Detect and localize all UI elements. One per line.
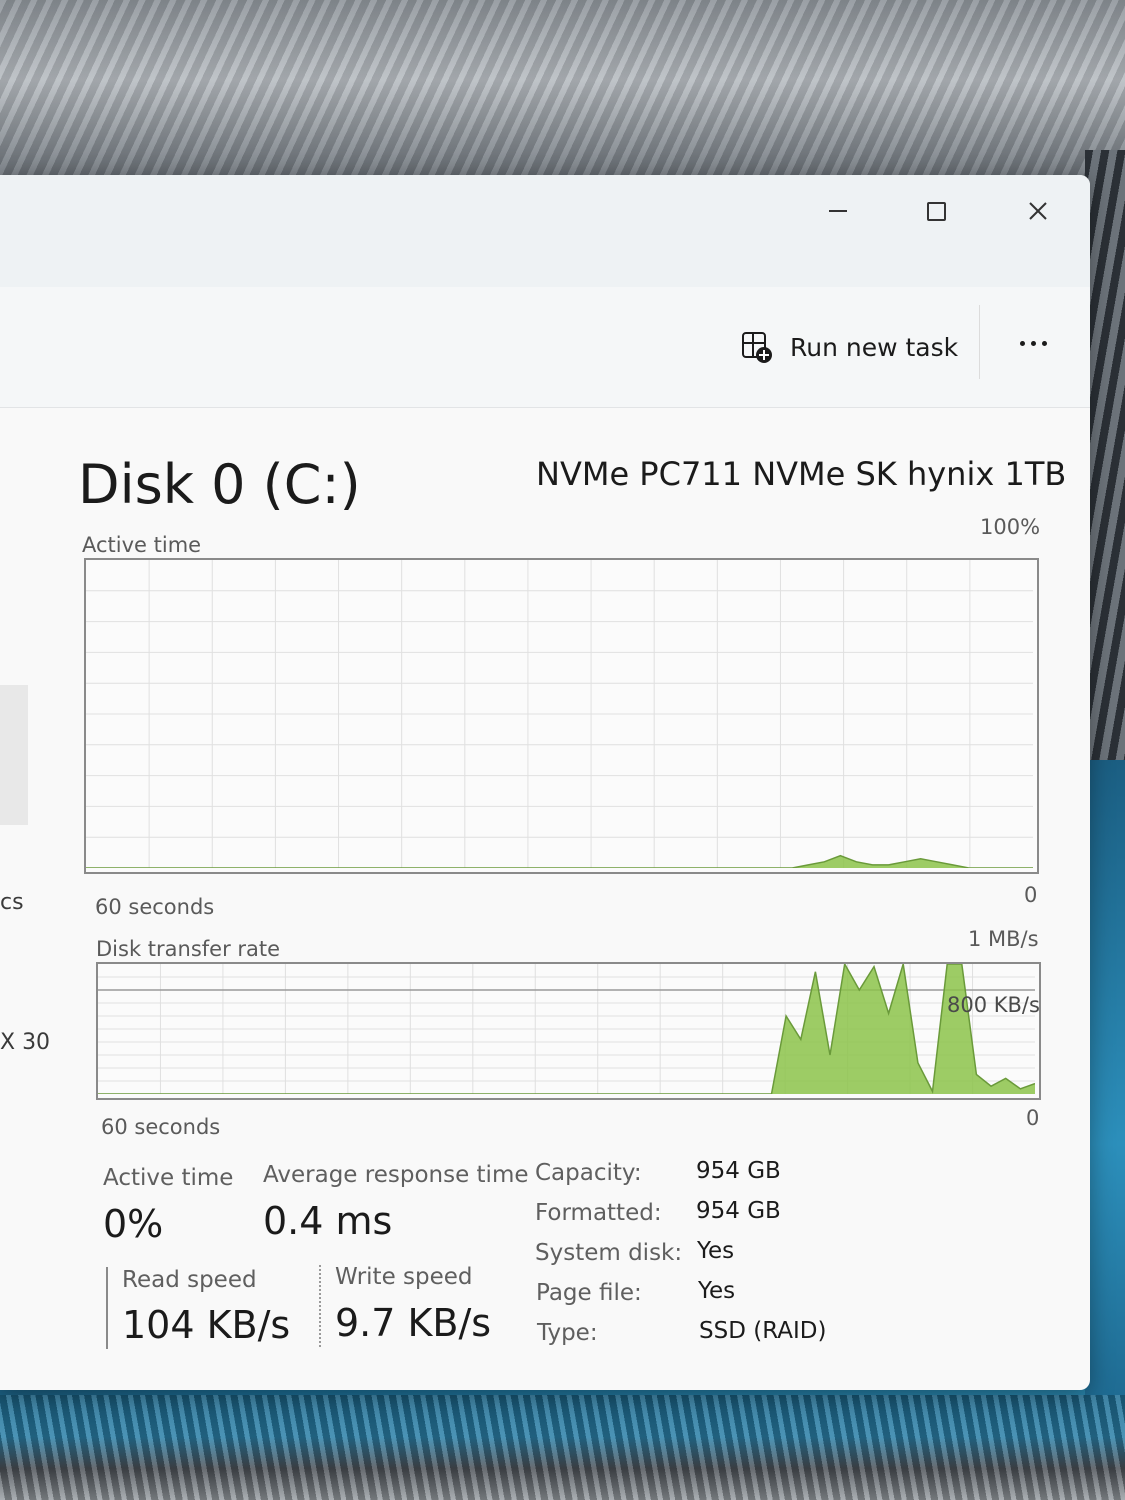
type-value: SSD (RAID) [699, 1318, 827, 1344]
minimize-icon [829, 210, 847, 212]
close-button[interactable] [1008, 183, 1068, 239]
formatted-value: 954 GB [696, 1198, 781, 1224]
active-time-graph-label: Active time [82, 533, 202, 557]
active-time-min-label: 0 [1024, 883, 1038, 907]
active-time-duration-label: 60 seconds [95, 895, 215, 919]
maximize-icon [926, 201, 946, 221]
page-file-value: Yes [698, 1278, 736, 1304]
run-new-task-button[interactable]: Run new task [740, 323, 958, 371]
transfer-rate-mid-label: 800 KB/s [947, 993, 1040, 1017]
run-new-task-label: Run new task [790, 332, 959, 362]
read-speed-divider [106, 1267, 108, 1349]
avg-response-label: Average response time [263, 1162, 529, 1188]
active-time-stat-label: Active time [103, 1165, 234, 1191]
sidebar-item-fragment[interactable]: X 30 [0, 1030, 50, 1055]
page-title: Disk 0 (C:) [78, 453, 361, 516]
wallpaper-water-right [1085, 760, 1125, 1400]
system-disk-value: Yes [697, 1238, 735, 1264]
sidebar-item-fragment[interactable]: cs [0, 890, 24, 915]
write-speed-value: 9.7 KB/s [335, 1301, 492, 1345]
active-time-series-area [86, 855, 1033, 868]
ellipsis-icon [1019, 340, 1047, 346]
active-time-max-label: 100% [980, 515, 1041, 539]
active-time-graph [84, 558, 1039, 874]
transfer-rate-graph-svg [98, 964, 1035, 1094]
transfer-rate-graph-label: Disk transfer rate [96, 937, 281, 961]
transfer-rate-min-label: 0 [1026, 1106, 1040, 1130]
wallpaper-rock-bottom [0, 1395, 1125, 1500]
avg-response-value: 0.4 ms [263, 1199, 393, 1243]
page-file-label: Page file: [536, 1280, 642, 1306]
transfer-rate-graph [96, 962, 1041, 1100]
system-disk-label: System disk: [535, 1240, 683, 1266]
read-speed-value: 104 KB/s [122, 1303, 291, 1347]
capacity-label: Capacity: [535, 1160, 642, 1186]
close-icon [1029, 202, 1047, 220]
transfer-rate-max-label: 1 MB/s [968, 927, 1039, 951]
more-options-button[interactable] [1008, 323, 1058, 363]
wallpaper-rock-top [0, 0, 1125, 200]
command-bar-separator [979, 305, 980, 379]
disk-model: NVMe PC711 NVMe SK hynix 1TB [536, 455, 1067, 493]
sidebar-selected-item[interactable] [0, 685, 28, 825]
transfer-rate-duration-label: 60 seconds [101, 1115, 221, 1139]
minimize-button[interactable] [808, 183, 868, 239]
capacity-value: 954 GB [696, 1158, 781, 1184]
task-manager-window: Run new task cs X 30 Disk 0 (C:) NVMe PC… [0, 175, 1090, 1390]
formatted-label: Formatted: [535, 1200, 662, 1226]
wallpaper-rock-right [1085, 150, 1125, 850]
active-time-graph-svg [86, 560, 1033, 868]
read-speed-label: Read speed [122, 1267, 257, 1293]
write-speed-divider [319, 1265, 321, 1347]
type-label: Type: [537, 1320, 598, 1346]
active-time-stat-value: 0% [103, 1202, 164, 1246]
write-speed-label: Write speed [335, 1264, 473, 1290]
run-task-icon [742, 332, 772, 363]
maximize-button[interactable] [906, 183, 966, 239]
